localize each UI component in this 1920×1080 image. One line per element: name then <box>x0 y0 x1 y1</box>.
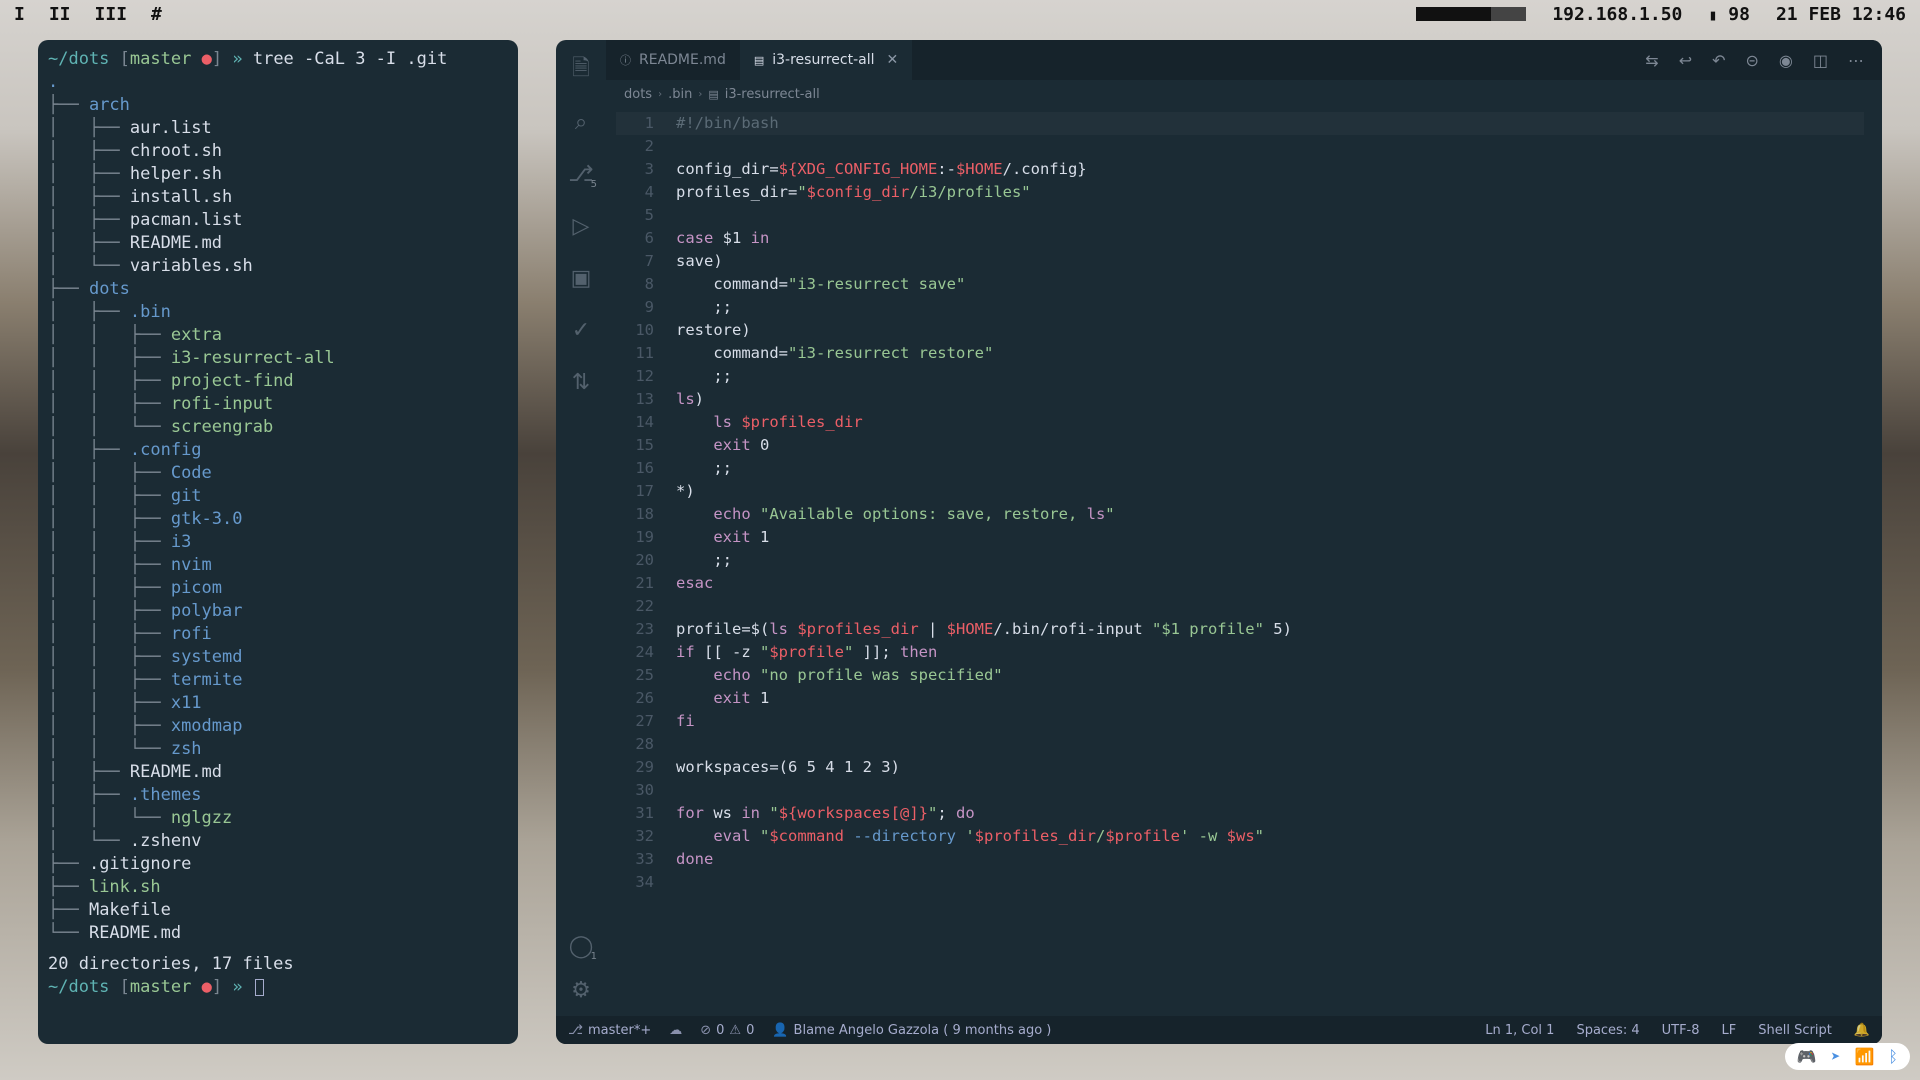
activity-bar: 🗎 ⌕ ⎇5 ▷ ▣ ✓ ⇅ ◯1 ⚙ <box>556 40 606 1016</box>
eol-status[interactable]: LF <box>1722 1023 1737 1038</box>
git-branch-status[interactable]: ⎇ master*+ <box>568 1023 651 1038</box>
workspace-scratch[interactable]: # <box>151 4 162 25</box>
search-icon[interactable]: ⌕ <box>569 110 593 134</box>
bluetooth-tray-icon[interactable]: ᛒ <box>1888 1047 1898 1066</box>
split-editor-icon[interactable]: ◫ <box>1813 51 1828 70</box>
workspace-1[interactable]: I <box>14 4 25 25</box>
terminal-prompt-2[interactable]: ~/dots [master ●] » <box>48 976 508 999</box>
git-blame-status[interactable]: 👤 Blame Angelo Gazzola ( 9 months ago ) <box>772 1023 1051 1038</box>
terminal-summary: 20 directories, 17 files <box>48 953 508 976</box>
task-done-icon[interactable]: ✓ <box>569 318 593 342</box>
person-icon: 👤 <box>772 1023 788 1038</box>
cloud-icon: ☁ <box>669 1023 682 1038</box>
top-bar-right: 192.168.1.50 ▮ 98 21 FEB 12:46 <box>1416 4 1906 25</box>
discord-tray-icon[interactable]: 🎮 <box>1797 1047 1817 1066</box>
extensions-icon[interactable]: ▣ <box>569 266 593 290</box>
go-back-icon[interactable]: ↩ <box>1679 51 1692 70</box>
desktop-top-bar: I II III # 192.168.1.50 ▮ 98 21 FEB 12:4… <box>0 0 1920 28</box>
shell-file-icon: ▤ <box>708 88 718 101</box>
pull-requests-icon[interactable]: ⇅ <box>569 370 593 394</box>
status-bar: ⎇ master*+ ☁ ⊘0 ⚠0 👤 Blame Angelo Gazzol… <box>556 1016 1882 1044</box>
info-icon: ⓘ <box>620 52 631 68</box>
revert-icon[interactable]: ↶ <box>1712 51 1725 70</box>
accounts-icon[interactable]: ◯1 <box>569 934 593 958</box>
settings-gear-icon[interactable]: ⚙ <box>569 978 593 1002</box>
error-icon: ⊘ <box>700 1023 711 1038</box>
cpu-bar-icon <box>1416 7 1526 21</box>
compare-icon[interactable]: ⇆ <box>1645 51 1658 70</box>
preview-icon[interactable]: ◉ <box>1779 51 1793 70</box>
source-control-icon[interactable]: ⎇5 <box>569 162 593 186</box>
terminal-tree-output: .├── arch│ ├── aur.list│ ├── chroot.sh│ … <box>48 71 508 945</box>
more-actions-icon[interactable]: ⋯ <box>1848 51 1864 70</box>
workspace-2[interactable]: II <box>49 4 71 25</box>
chevron-right-icon: › <box>658 89 662 100</box>
editor-tab-bar: ⓘ README.md ▤ i3-resurrect-all ✕ ⇆ ↩ ↶ ⊝… <box>606 40 1882 80</box>
tab-readme[interactable]: ⓘ README.md <box>606 40 740 80</box>
ip-address: 192.168.1.50 <box>1552 4 1682 25</box>
wifi-tray-icon[interactable]: 📶 <box>1854 1047 1874 1066</box>
branch-icon: ⎇ <box>568 1023 583 1038</box>
notifications-bell-icon[interactable]: 🔔 <box>1854 1023 1870 1038</box>
workspace-3[interactable]: III <box>95 4 128 25</box>
battery-icon: ▮ <box>1708 6 1717 24</box>
telegram-tray-icon[interactable]: ➤ <box>1831 1047 1841 1066</box>
tab-bar-actions: ⇆ ↩ ↶ ⊝ ◉ ◫ ⋯ <box>1645 51 1882 70</box>
tab-i3-resurrect-all[interactable]: ▤ i3-resurrect-all ✕ <box>740 40 912 80</box>
chevron-right-icon: › <box>698 89 702 100</box>
workspace-indicators: I II III # <box>14 4 162 25</box>
warning-icon: ⚠ <box>729 1023 741 1038</box>
code-editor-window: 🗎 ⌕ ⎇5 ▷ ▣ ✓ ⇅ ◯1 ⚙ ⓘ README.md ▤ i3-res… <box>556 40 1882 1044</box>
system-tray: 🎮 ➤ 📶 ᛒ <box>1785 1043 1910 1070</box>
cursor-position[interactable]: Ln 1, Col 1 <box>1485 1023 1554 1038</box>
battery-status: ▮ 98 <box>1708 4 1750 25</box>
breadcrumb[interactable]: dots › .bin › ▤ i3-resurrect-all <box>616 80 820 108</box>
pin-icon[interactable]: ⊝ <box>1746 51 1759 70</box>
sync-status[interactable]: ☁ <box>669 1023 682 1038</box>
language-mode[interactable]: Shell Script <box>1758 1023 1832 1038</box>
run-debug-icon[interactable]: ▷ <box>569 214 593 238</box>
code-area[interactable]: #!/bin/bash config_dir=${XDG_CONFIG_HOME… <box>676 112 1864 1016</box>
close-icon[interactable]: ✕ <box>887 52 899 68</box>
tab-label: i3-resurrect-all <box>772 52 874 68</box>
clock: 21 FEB 12:46 <box>1776 4 1906 25</box>
files-icon[interactable]: 🗎 <box>569 58 593 82</box>
line-number-gutter[interactable]: 1234567891011121314151617181920212223242… <box>616 112 668 1016</box>
encoding-status[interactable]: UTF-8 <box>1662 1023 1700 1038</box>
tab-label: README.md <box>639 52 726 68</box>
terminal-prompt-line: ~/dots [master ●] » tree -CaL 3 -I .git <box>48 48 508 71</box>
indentation-status[interactable]: Spaces: 4 <box>1576 1023 1639 1038</box>
shell-file-icon: ▤ <box>754 54 764 67</box>
problems-status[interactable]: ⊘0 ⚠0 <box>700 1023 754 1038</box>
terminal-window[interactable]: ~/dots [master ●] » tree -CaL 3 -I .git … <box>38 40 518 1044</box>
